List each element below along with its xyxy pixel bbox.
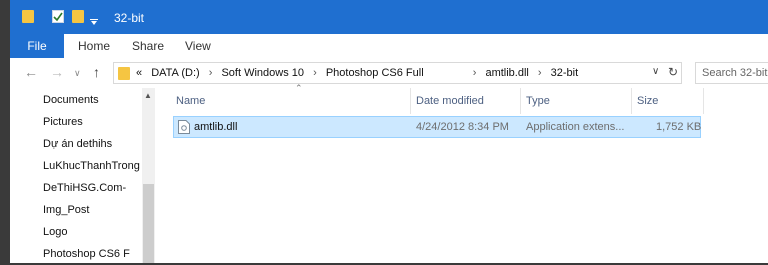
address-dropdown-icon[interactable]: ∨ <box>652 66 659 77</box>
breadcrumb: « DATA (D:) › Soft Windows 10 › Photosho… <box>136 63 578 83</box>
breadcrumb-drive[interactable]: DATA (D:) <box>151 67 199 79</box>
up-icon[interactable]: ↑ <box>93 64 100 80</box>
breadcrumb-soft-windows[interactable]: Soft Windows 10 <box>221 67 304 79</box>
title-bar: 32-bit <box>10 0 768 34</box>
refresh-icon[interactable]: ↻ <box>668 65 678 79</box>
breadcrumb-current[interactable]: 32-bit <box>551 67 579 79</box>
nav-item-label: Documents <box>43 94 99 106</box>
nav-item-img-post[interactable]: Img_Post <box>43 199 151 221</box>
table-row[interactable]: amtlib.dll 4/24/2012 8:34 PM Application… <box>173 116 701 138</box>
dll-file-icon <box>178 120 190 137</box>
nav-item-label: Pictures <box>43 116 83 128</box>
nav-item-label: Img_Post <box>43 204 90 216</box>
nav-item-logo[interactable]: Logo <box>43 221 151 243</box>
nav-item-du-an[interactable]: Dự án dethihs 📌 <box>43 133 151 155</box>
tab-share[interactable]: Share <box>132 34 164 58</box>
chevron-right-icon[interactable]: › <box>209 67 213 79</box>
chevron-right-icon[interactable]: › <box>313 67 317 79</box>
properties-icon[interactable] <box>52 10 64 26</box>
file-size: 1,752 KB <box>656 121 702 133</box>
column-divider <box>631 88 632 114</box>
column-header-size[interactable]: Size <box>637 88 658 114</box>
recent-locations-icon[interactable]: ∨ <box>74 68 81 79</box>
scroll-up-icon[interactable]: ▲ <box>144 91 152 100</box>
chevron-right-icon[interactable]: › <box>473 67 477 79</box>
address-row: ← → ∨ ↑ « DATA (D:) › Soft Windows 10 › … <box>10 58 768 88</box>
back-icon[interactable]: ← <box>24 64 38 80</box>
file-type: Application extens... <box>526 121 625 133</box>
column-divider <box>410 88 411 114</box>
explorer-window: 32-bit File Home Share View ← → ∨ ↑ « DA… <box>10 0 768 263</box>
nav-item-label: Dự án dethihs <box>43 138 113 150</box>
nav-item-label: DeThiHSG.Com- <box>43 182 127 194</box>
sort-arrow-icon: ⌃ <box>295 83 303 93</box>
nav-item-photoshop[interactable]: Photoshop CS6 F <box>43 243 151 265</box>
tab-view[interactable]: View <box>185 34 211 58</box>
column-divider <box>520 88 521 114</box>
ribbon-tabs: File Home Share View <box>10 34 768 59</box>
address-bar[interactable]: « DATA (D:) › Soft Windows 10 › Photosho… <box>113 62 682 84</box>
nav-item-documents[interactable]: Documents 📌 <box>43 89 151 111</box>
file-list: ⌃ Name Date modified Type Size amtlib.dl… <box>165 83 768 263</box>
column-divider <box>703 88 704 114</box>
tab-home[interactable]: Home <box>78 34 110 58</box>
scrollbar-thumb[interactable] <box>143 184 154 263</box>
column-header-type[interactable]: Type <box>526 88 550 114</box>
column-header-date[interactable]: Date modified <box>416 88 484 114</box>
column-header-name[interactable]: Name <box>176 88 205 114</box>
nav-scrollbar[interactable]: ▲ <box>142 88 155 263</box>
navigation-pane: Documents 📌 Pictures 📌 Dự án dethihs 📌 L… <box>10 88 155 263</box>
breadcrumb-photoshop[interactable]: Photoshop CS6 Full <box>326 67 424 79</box>
customize-toolbar-icon[interactable] <box>90 14 98 28</box>
window-title: 32-bit <box>114 11 145 25</box>
nav-item-label: LuKhucThanhTrong <box>43 160 140 172</box>
file-date: 4/24/2012 8:34 PM <box>416 121 509 133</box>
breadcrumb-overflow[interactable]: « <box>136 67 142 79</box>
chevron-right-icon[interactable]: › <box>538 67 542 79</box>
nav-item-label: Logo <box>43 226 68 238</box>
search-input[interactable]: Search 32-bit <box>695 62 768 84</box>
file-name: amtlib.dll <box>194 121 238 133</box>
tab-file[interactable]: File <box>10 34 64 58</box>
breadcrumb-amtlib[interactable]: amtlib.dll <box>485 67 528 79</box>
forward-icon[interactable]: → <box>50 64 64 80</box>
nav-item-lukhucthanhtrong[interactable]: LuKhucThanhTrong 📌 <box>43 155 151 177</box>
nav-item-label: Photoshop CS6 F <box>43 248 130 260</box>
nav-item-pictures[interactable]: Pictures 📌 <box>43 111 151 133</box>
nav-item-dethihsg[interactable]: DeThiHSG.Com- <box>43 177 151 199</box>
